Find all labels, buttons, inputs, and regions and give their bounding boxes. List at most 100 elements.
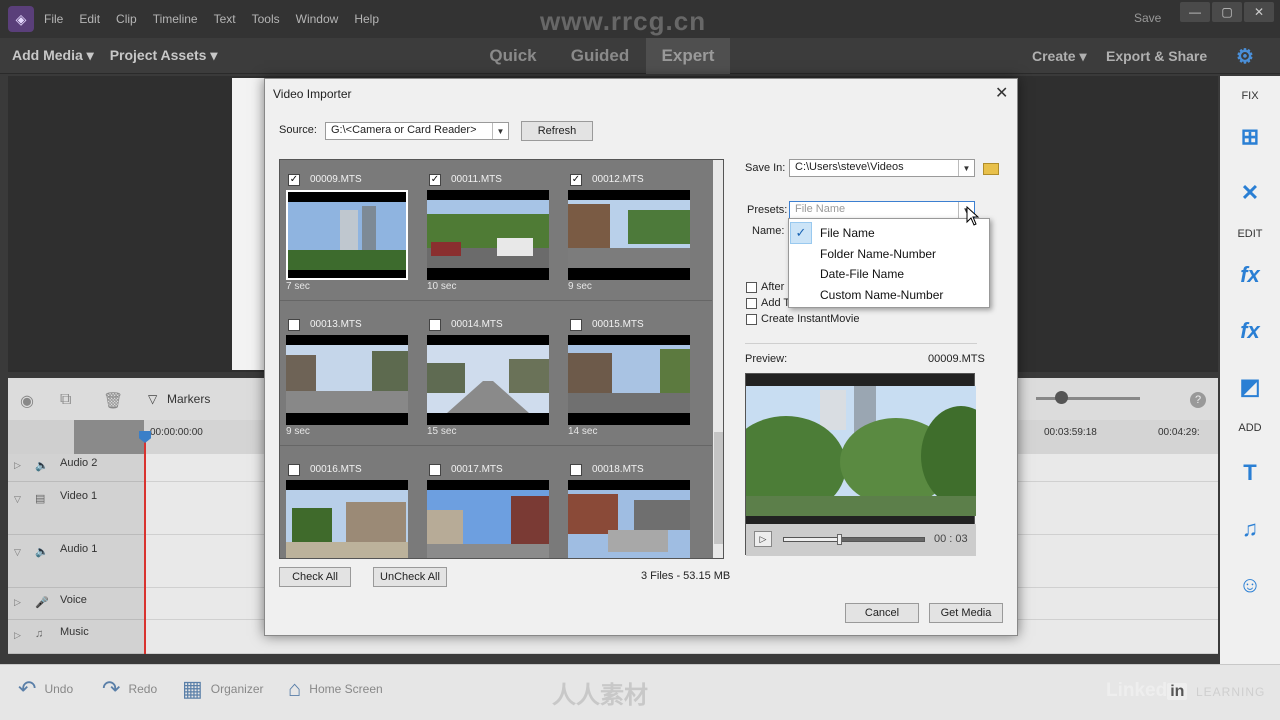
check-all-button[interactable]: Check All [279,567,351,587]
settings-gear-icon[interactable]: ⚙ [1236,38,1254,74]
scrollbar-thumb[interactable] [714,432,723,544]
close-icon[interactable]: ✕ [1244,2,1274,22]
preset-option-date-file-name[interactable]: Date-File Name [820,267,904,281]
menu-timeline[interactable]: Timeline [153,12,198,26]
music-icon[interactable]: ♫ [1235,514,1265,544]
clip-tile[interactable]: ✓ 00011.MTS 10 sec [421,164,549,299]
clip-thumbnail[interactable] [427,335,549,425]
text-icon[interactable]: T [1235,458,1265,488]
clip-checkbox[interactable] [429,464,441,476]
clip-checkbox[interactable] [429,319,441,331]
get-media-button[interactable]: Get Media [929,603,1003,623]
option-checkbox[interactable] [746,298,757,309]
track-voice[interactable]: ▷ 🎤 Voice [8,588,144,620]
clip-thumbnail[interactable] [286,335,408,425]
track-expand-icon[interactable]: ▽ [14,494,21,505]
tab-quick[interactable]: Quick [474,38,552,74]
marker-icon[interactable]: ▽ [148,392,157,406]
help-icon[interactable]: ? [1190,392,1206,408]
tools-icon[interactable]: ✕ [1235,178,1265,208]
cancel-button[interactable]: Cancel [845,603,919,623]
clip-tile[interactable]: 00015.MTS 14 sec [562,309,690,444]
fx-edit-icon[interactable]: fx [1235,260,1265,290]
add-media-button[interactable]: Add Media ▾ [12,47,94,64]
clip-thumbnail[interactable] [427,480,549,558]
track-audio-1[interactable]: ▽ 🔈 Audio 1 [8,535,144,588]
preset-option-custom-name-number[interactable]: Custom Name-Number [820,288,943,302]
export-share-button[interactable]: Export & Share [1106,38,1207,74]
menu-edit[interactable]: Edit [79,12,100,26]
clip-checkbox[interactable]: ✓ [288,174,300,186]
playhead[interactable] [144,434,146,654]
uncheck-all-button[interactable]: UnCheck All [373,567,447,587]
seek-bar[interactable] [783,534,925,545]
track-view-toggle[interactable] [8,420,74,454]
track-expand-icon[interactable]: ▷ [14,630,21,641]
save-in-select[interactable]: C:\Users\steve\Videos ▼ [789,159,975,177]
clip-tile[interactable]: 00013.MTS 9 sec [280,309,408,444]
clip-checkbox[interactable]: ✓ [429,174,441,186]
fx-icon[interactable]: fx [1235,316,1265,346]
adjust-icon[interactable]: ⊞ [1235,122,1265,152]
track-expand-icon[interactable]: ▽ [14,547,21,558]
menu-window[interactable]: Window [296,12,339,26]
menu-text[interactable]: Text [214,12,236,26]
project-assets-button[interactable]: Project Assets ▾ [110,47,218,64]
seek-knob[interactable] [837,534,842,545]
clip-tile[interactable]: 00016.MTS [280,454,408,558]
clip-checkbox[interactable] [570,319,582,331]
save-button[interactable]: Save [1134,11,1161,25]
trash-icon[interactable]: 🗑 [103,391,123,411]
track-audio-2[interactable]: ▷ 🔈 Audio 2 [8,454,144,482]
presets-select[interactable]: File Name ▼ [789,201,975,219]
clip-thumbnail[interactable] [286,190,408,280]
clip-tile[interactable]: 00017.MTS [421,454,549,558]
tab-expert[interactable]: Expert [646,38,730,74]
menu-file[interactable]: File [44,12,63,26]
play-icon[interactable]: ▷ [754,531,772,547]
restore-icon[interactable]: ▢ [1212,2,1242,22]
track-expand-icon[interactable]: ▷ [14,460,21,471]
clip-thumbnail[interactable] [568,480,690,558]
menu-clip[interactable]: Clip [116,12,137,26]
track-video-1[interactable]: ▽ ▤ Video 1 [8,482,144,535]
clip-tile[interactable]: ✓ 00012.MTS 9 sec [562,164,690,299]
track-music[interactable]: ▷ ♫ Music [8,620,144,654]
swap-icon[interactable]: ⧉ [60,391,71,409]
clip-thumbnail[interactable] [286,480,408,558]
preset-option-folder-name-number[interactable]: Folder Name-Number [820,247,936,261]
minimize-icon[interactable]: — [1180,2,1210,22]
camera-icon[interactable]: ◉ [20,391,34,411]
create-button[interactable]: Create ▾ [1032,38,1087,74]
clip-thumbnail[interactable] [427,190,549,280]
clip-thumbnail[interactable] [568,335,690,425]
redo-button[interactable]: ↷ Redo [102,676,157,702]
menu-help[interactable]: Help [354,12,379,26]
clip-checkbox[interactable]: ✓ [570,174,582,186]
clip-tile[interactable]: 00018.MTS [562,454,690,558]
zoom-slider[interactable] [1036,397,1140,400]
home-screen-button[interactable]: ⌂ Home Screen [288,676,383,702]
source-select[interactable]: G:\<Camera or Card Reader> ▼ [325,122,509,140]
dialog-close-icon[interactable]: ✕ [995,83,1008,103]
clip-tile[interactable]: ✓ 00009.MTS 7 sec [280,164,408,299]
undo-button[interactable]: ↶ Undo [18,676,73,702]
emoji-icon[interactable]: ☺ [1235,570,1265,600]
track-expand-icon[interactable]: ▷ [14,597,21,608]
create-instantmovie-checkbox[interactable] [746,314,757,325]
clip-checkbox[interactable] [288,464,300,476]
browse-folder-icon[interactable] [983,163,999,175]
preset-option-file-name[interactable]: File Name [820,226,875,240]
clip-tile[interactable]: 00014.MTS 15 sec [421,309,549,444]
option-checkbox[interactable] [746,282,757,293]
zoom-slider-knob[interactable] [1055,391,1068,404]
audio-view-toggle[interactable] [74,420,144,454]
tab-guided[interactable]: Guided [560,38,640,74]
markers-button[interactable]: Markers [167,392,210,406]
transitions-icon[interactable]: ◩ [1235,372,1265,402]
thumbnail-scrollbar[interactable] [713,160,723,558]
clip-thumbnail[interactable] [568,190,690,280]
clip-checkbox[interactable] [288,319,300,331]
organizer-button[interactable]: ▦ Organizer [182,676,263,702]
clip-checkbox[interactable] [570,464,582,476]
